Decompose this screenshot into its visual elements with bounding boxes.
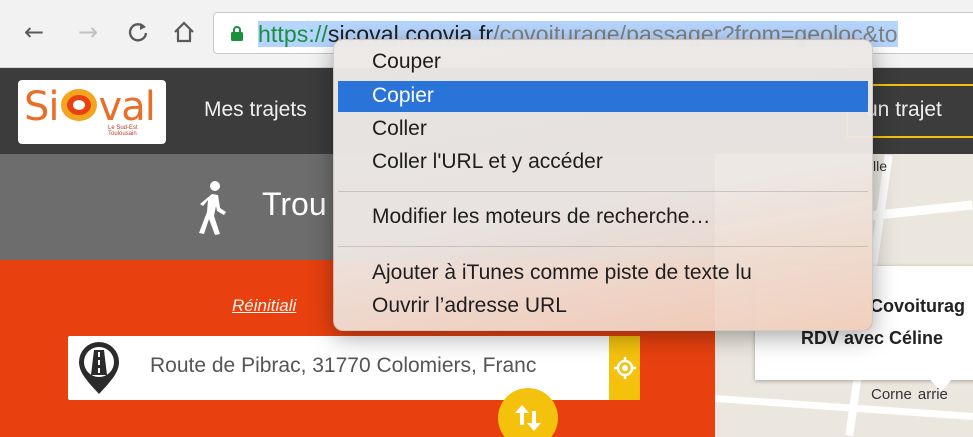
menu-item-open-url[interactable]: Ouvrir l’adresse URL bbox=[338, 291, 868, 322]
reset-link[interactable]: Réinitiali bbox=[232, 296, 296, 316]
menu-item-add-to-itunes[interactable]: Ajouter à iTunes comme piste de texte lu bbox=[338, 258, 868, 289]
departure-address-input[interactable] bbox=[150, 344, 590, 388]
pedestrian-icon bbox=[199, 181, 226, 235]
menu-item-cut[interactable]: Couper bbox=[338, 47, 868, 78]
map-place-label: lle bbox=[873, 158, 888, 174]
menu-item-edit-search-engines[interactable]: Modifier les moteurs de recherche… bbox=[338, 202, 868, 233]
sicoval-logo[interactable]: Si val Le Sud-Est Toulousain bbox=[18, 80, 166, 144]
home-icon bbox=[174, 21, 194, 43]
forward-arrow-icon: → bbox=[77, 18, 99, 46]
back-button[interactable]: ← bbox=[20, 18, 48, 46]
url-scheme: https:// bbox=[258, 21, 328, 47]
browser-window: ← → https://sicoval.coovia.fr/covoiturag… bbox=[0, 0, 973, 437]
info-card-title: Covoiturag bbox=[870, 296, 966, 316]
nav-my-trips[interactable]: Mes trajets bbox=[204, 98, 307, 122]
logo-co-icon bbox=[60, 89, 97, 121]
lock-icon bbox=[231, 26, 243, 41]
reload-button[interactable] bbox=[124, 18, 152, 46]
home-button[interactable] bbox=[170, 18, 198, 46]
swap-arrows-icon bbox=[515, 405, 541, 431]
menu-item-paste-and-go[interactable]: Coller l'URL et y accéder bbox=[338, 147, 868, 178]
page-title: Trou bbox=[262, 186, 327, 222]
menu-item-paste[interactable]: Coller bbox=[338, 114, 868, 145]
geolocate-button[interactable] bbox=[609, 336, 640, 400]
road-pin-icon bbox=[79, 342, 119, 394]
menu-separator bbox=[338, 191, 868, 192]
departure-address-box bbox=[68, 336, 640, 400]
forward-button[interactable]: → bbox=[74, 18, 102, 46]
crosshair-icon bbox=[613, 357, 636, 379]
logo-text-end: val bbox=[98, 84, 156, 130]
info-card-subtitle: RDV avec Céline bbox=[801, 328, 944, 348]
menu-item-copy[interactable]: Copier bbox=[338, 81, 868, 112]
context-menu: Couper Copier Coller Coller l'URL et y a… bbox=[333, 39, 873, 331]
logo-tagline: Le Sud-Est Toulousain bbox=[108, 125, 138, 137]
menu-separator bbox=[338, 246, 868, 247]
reload-icon bbox=[128, 23, 148, 42]
logo-text-start: Si bbox=[24, 84, 60, 130]
map-place-label: Corne arrie bbox=[871, 386, 948, 403]
back-arrow-icon: ← bbox=[23, 18, 45, 46]
